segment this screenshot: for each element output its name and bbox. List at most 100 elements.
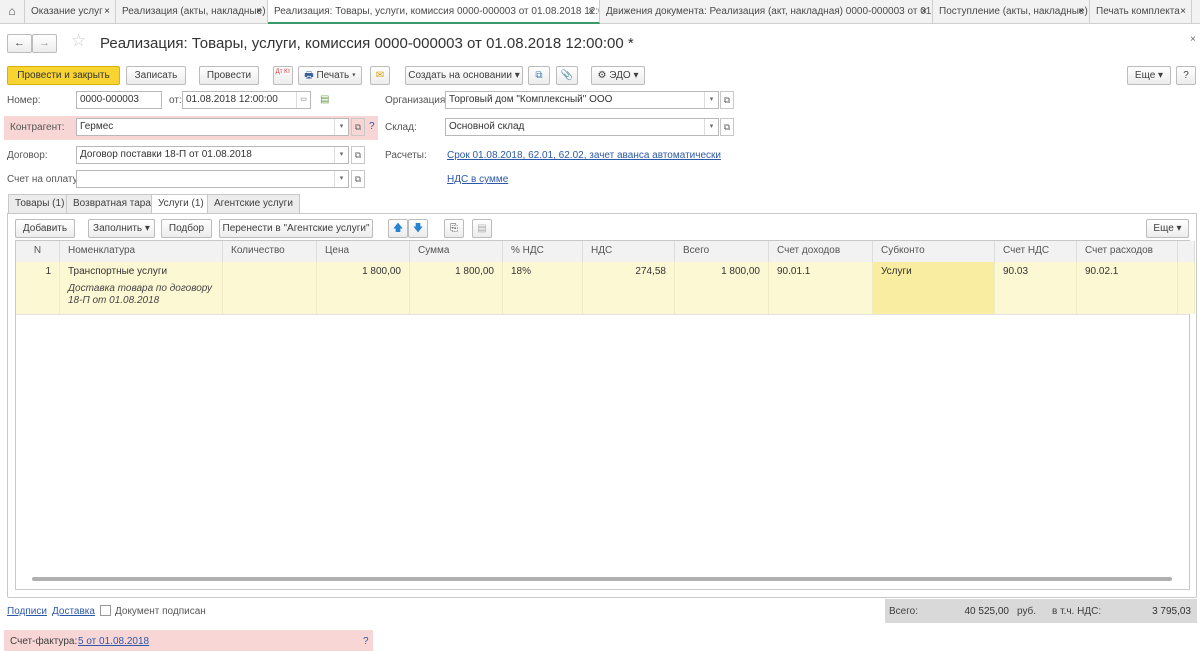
table-cell-expense-acc[interactable]: 90.02.1 — [1077, 262, 1178, 314]
move-down-icon[interactable]: 🡇 — [408, 219, 428, 238]
table-cell-price[interactable]: 1 800,00 — [317, 262, 410, 314]
tab-services[interactable]: Услуги (1) — [151, 194, 211, 214]
dt-kt-icon[interactable]: Дт Кт — [273, 66, 293, 85]
delivery-link[interactable]: Доставка — [52, 606, 95, 617]
more-button[interactable]: Еще ▾ — [1127, 66, 1171, 85]
page-title: Реализация: Товары, услуги, комиссия 000… — [100, 35, 634, 52]
warehouse-field[interactable]: Основной склад ▾ — [445, 118, 719, 136]
close-icon[interactable]: × — [1180, 0, 1186, 23]
calendar-icon[interactable]: ▭ — [296, 92, 310, 108]
vat-link[interactable]: НДС в сумме — [447, 174, 508, 185]
home-icon[interactable]: ⌂ — [0, 0, 25, 24]
close-icon[interactable]: × — [1190, 34, 1196, 45]
favorite-star-icon[interactable]: ☆ — [71, 31, 86, 51]
scrollbar-thumb[interactable] — [32, 577, 1172, 581]
move-up-icon[interactable]: 🡅 — [388, 219, 408, 238]
org-field[interactable]: Торговый дом "Комплексный" ООО ▾ — [445, 91, 719, 109]
open-icon[interactable]: ⧉ — [720, 118, 734, 136]
table-cell-vat-acc[interactable]: 90.03 — [995, 262, 1077, 314]
close-icon[interactable]: × — [1078, 0, 1084, 23]
attachment-icon[interactable]: 📎 — [556, 66, 578, 85]
help-button[interactable]: ? — [1176, 66, 1196, 85]
edo-button[interactable]: ⚙ ЭДО ▾ — [591, 66, 645, 85]
counterparty-field[interactable]: Гермес ▾ — [76, 118, 349, 136]
settlements-label: Расчеты: — [385, 150, 427, 161]
table-more-button[interactable]: Еще ▾ — [1146, 219, 1189, 238]
table-cell-qty[interactable] — [223, 262, 317, 314]
tab-returnable-containers[interactable]: Возвратная тара — [66, 194, 158, 213]
tab-receipts[interactable]: Поступление (акты, накладные) × — [933, 0, 1090, 24]
forward-button[interactable]: → — [32, 34, 57, 53]
tab-goods[interactable]: Товары (1) — [8, 194, 72, 213]
tab-services[interactable]: Оказание услуг × — [25, 0, 116, 24]
table-cell-sum[interactable]: 1 800,00 — [410, 262, 503, 314]
post-button[interactable]: Провести — [199, 66, 259, 85]
counterparty-help[interactable]: ? — [369, 121, 375, 132]
column-header[interactable]: Номенклатура — [60, 241, 223, 262]
tab-print-set[interactable]: Печать комплекта × — [1090, 0, 1192, 24]
table-cell-vat-rate[interactable]: 18% — [503, 262, 583, 314]
column-header[interactable]: % НДС — [503, 241, 583, 262]
column-header[interactable]: Счет доходов — [769, 241, 873, 262]
table-cell-income-acc[interactable]: 90.01.1 — [769, 262, 873, 314]
sf-help[interactable]: ? — [363, 636, 369, 647]
table-cell-subconto[interactable]: Услуги — [873, 262, 995, 314]
warehouse-label: Склад: — [385, 122, 417, 133]
dropdown-icon[interactable]: ▾ — [704, 119, 718, 135]
dropdown-icon[interactable]: ▾ — [334, 119, 348, 135]
cell-value: Услуги — [881, 266, 912, 277]
dropdown-icon[interactable]: ▾ — [704, 92, 718, 108]
pick-button[interactable]: Подбор — [161, 219, 212, 238]
contract-field[interactable]: Договор поставки 18-П от 01.08.2018 ▾ — [76, 146, 349, 164]
add-button[interactable]: Добавить — [15, 219, 75, 238]
back-button[interactable]: ← — [7, 34, 32, 53]
tab-sales-list[interactable]: Реализация (акты, накладные) × — [116, 0, 268, 24]
paste-icon[interactable]: ▤ — [472, 219, 492, 238]
tab-current-doc[interactable]: Реализация: Товары, услуги, комиссия 000… — [268, 0, 600, 24]
date-field[interactable]: 01.08.2018 12:00:00 ▭ — [182, 91, 311, 109]
column-header-filler — [1178, 241, 1195, 262]
invoice-label: Счет на оплату: — [7, 174, 81, 185]
column-header[interactable]: Счет НДС — [995, 241, 1077, 262]
save-button[interactable]: Записать — [126, 66, 186, 85]
close-icon[interactable]: × — [104, 0, 110, 23]
close-icon[interactable]: × — [588, 0, 594, 22]
signatures-link[interactable]: Подписи — [7, 606, 47, 617]
close-icon[interactable]: × — [921, 0, 927, 23]
table-cell-total[interactable]: 1 800,00 — [675, 262, 769, 314]
tab-movements[interactable]: Движения документа: Реализация (акт, нак… — [600, 0, 933, 24]
table-cell-item[interactable]: Транспортные услуги Доставка товара по до… — [60, 262, 223, 314]
email-icon[interactable]: ✉ — [370, 66, 390, 85]
post-and-close-button[interactable]: Провести и закрыть — [7, 66, 120, 85]
create-based-on-button[interactable]: Создать на основании ▾ — [405, 66, 523, 85]
copy-icon[interactable]: ⎘ — [444, 219, 464, 238]
open-icon[interactable]: ⧉ — [351, 118, 365, 136]
column-header[interactable]: Всего — [675, 241, 769, 262]
open-icon[interactable]: ⧉ — [351, 146, 365, 164]
number-field[interactable]: 0000-000003 — [76, 91, 162, 109]
sf-link[interactable]: 5 от 01.08.2018 — [78, 636, 149, 647]
column-header[interactable]: Субконто — [873, 241, 995, 262]
column-header[interactable]: НДС — [583, 241, 675, 262]
open-icon[interactable]: ⧉ — [720, 91, 734, 109]
horizontal-scrollbar[interactable] — [20, 575, 1185, 583]
column-header[interactable]: Счет расходов — [1077, 241, 1178, 262]
invoice-field[interactable]: ▾ — [76, 170, 349, 188]
settlements-link[interactable]: Срок 01.08.2018, 62.01, 62.02, зачет ава… — [447, 150, 721, 161]
column-header[interactable]: Цена — [317, 241, 410, 262]
move-to-agent-button[interactable]: Перенести в "Агентские услуги" — [219, 219, 373, 238]
fill-button[interactable]: Заполнить ▾ — [88, 219, 155, 238]
column-header[interactable]: Количество — [223, 241, 317, 262]
print-button[interactable]: 🖶 Печать ▾ — [298, 66, 362, 85]
table-cell-n[interactable]: 1 — [16, 262, 60, 314]
dropdown-icon[interactable]: ▾ — [334, 171, 348, 187]
structure-icon[interactable]: ⧉ — [528, 66, 550, 85]
column-header[interactable]: Сумма — [410, 241, 503, 262]
open-icon[interactable]: ⧉ — [351, 170, 365, 188]
close-icon[interactable]: × — [256, 0, 262, 23]
column-header[interactable]: N — [16, 241, 60, 262]
tab-agent-services[interactable]: Агентские услуги — [207, 194, 300, 213]
signed-checkbox[interactable] — [100, 605, 111, 616]
table-cell-vat[interactable]: 274,58 — [583, 262, 675, 314]
dropdown-icon[interactable]: ▾ — [334, 147, 348, 163]
